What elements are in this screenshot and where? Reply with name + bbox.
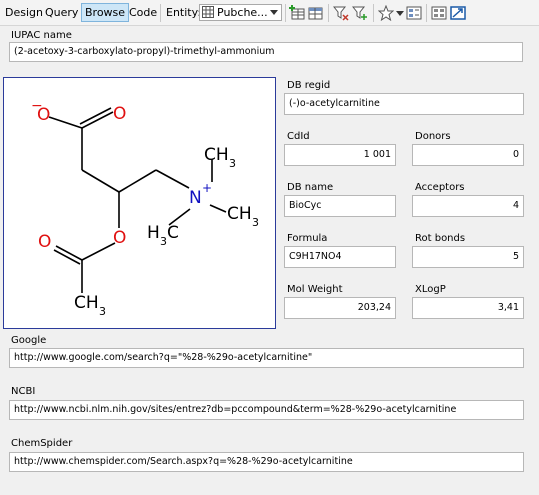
ester-oxygen-label: O	[113, 228, 126, 248]
toolbar-separator	[285, 4, 286, 22]
tab-browse[interactable]: Browse	[81, 3, 130, 22]
entity-select[interactable]: Pubche...	[199, 4, 282, 21]
table-icon[interactable]	[308, 5, 324, 21]
chemspider-url-field[interactable]: http://www.chemspider.com/Search.aspx?q=…	[9, 452, 524, 472]
methyl-right-label: CH	[227, 204, 252, 224]
structure-viewer[interactable]: O − O N + O O CH 3 CH 3 H 3 C CH 3	[3, 77, 276, 329]
tab-code[interactable]: Code	[129, 5, 157, 21]
add-row-icon[interactable]	[289, 5, 305, 21]
toolbar: Design Query Browse Code Entity: Pubche.…	[0, 0, 539, 26]
chemspider-label: ChemSpider	[11, 438, 73, 449]
cdid-field[interactable]: 1 001	[284, 144, 396, 166]
formula-label: Formula	[287, 233, 328, 244]
donors-field[interactable]: 0	[412, 144, 524, 166]
star-icon[interactable]	[378, 5, 394, 21]
entity-label: Entity:	[166, 6, 202, 19]
carbonyl-oxygen-label: O	[113, 104, 126, 124]
mol-weight-label: Mol Weight	[287, 284, 343, 295]
filter-icon[interactable]	[333, 5, 349, 21]
nitrogen-label: N	[189, 188, 202, 208]
methyl-right-subscript: 3	[252, 216, 259, 229]
db-name-label: DB name	[287, 182, 334, 193]
toolbar-separator	[160, 4, 161, 22]
iupac-label: IUPAC name	[11, 30, 72, 41]
methyl-top-label: CH	[204, 145, 229, 165]
structure-diagram: O − O N + O O CH 3 CH 3 H 3 C CH 3	[31, 98, 259, 318]
acceptors-label: Acceptors	[415, 182, 465, 193]
grid-view-icon[interactable]	[431, 5, 447, 21]
methyl-left-h-label: H	[147, 223, 160, 243]
ncbi-label: NCBI	[11, 386, 36, 397]
methyl-top-subscript: 3	[229, 157, 236, 170]
export-icon[interactable]	[450, 5, 466, 21]
table-grid-icon	[202, 6, 214, 18]
tab-query[interactable]: Query	[45, 5, 78, 21]
methyl-bottom-subscript: 3	[99, 305, 106, 318]
methyl-left-c-label: C	[167, 223, 179, 243]
chevron-down-icon[interactable]	[396, 11, 404, 17]
methyl-left-subscript: 3	[160, 235, 167, 248]
tab-design[interactable]: Design	[5, 5, 43, 21]
negative-charge-label: −	[31, 98, 43, 114]
google-url-field[interactable]: http://www.google.com/search?q="%28-%29o…	[9, 348, 524, 368]
mol-weight-field[interactable]: 203,24	[284, 297, 396, 319]
rot-bonds-field[interactable]: 5	[412, 246, 524, 268]
db-name-field[interactable]: BioCyc	[284, 195, 396, 217]
methyl-bottom-label: CH	[74, 293, 99, 313]
positive-charge-label: +	[202, 181, 212, 195]
form-layout-icon[interactable]	[406, 5, 422, 21]
acceptors-field[interactable]: 4	[412, 195, 524, 217]
rot-bonds-label: Rot bonds	[415, 233, 466, 244]
filter-add-icon[interactable]	[352, 5, 368, 21]
acetyl-oxygen-label: O	[38, 232, 51, 252]
toolbar-separator	[426, 4, 427, 22]
db-regid-label: DB regid	[287, 80, 331, 91]
xlogp-field[interactable]: 3,41	[412, 297, 524, 319]
db-regid-field[interactable]: (-)o-acetylcarnitine	[284, 93, 524, 115]
google-label: Google	[11, 335, 47, 346]
toolbar-separator	[328, 4, 329, 22]
ncbi-url-field[interactable]: http://www.ncbi.nlm.nih.gov/sites/entrez…	[9, 400, 524, 420]
cdid-label: CdId	[287, 131, 310, 142]
donors-label: Donors	[415, 131, 451, 142]
chevron-down-icon	[270, 10, 278, 15]
toolbar-separator	[373, 4, 374, 22]
formula-field[interactable]: C9H17NO4	[284, 246, 396, 268]
iupac-field[interactable]: (2-acetoxy-3-carboxylato-propyl)-trimeth…	[9, 42, 523, 62]
entity-select-value: Pubche...	[217, 6, 268, 19]
xlogp-label: XLogP	[415, 284, 446, 295]
